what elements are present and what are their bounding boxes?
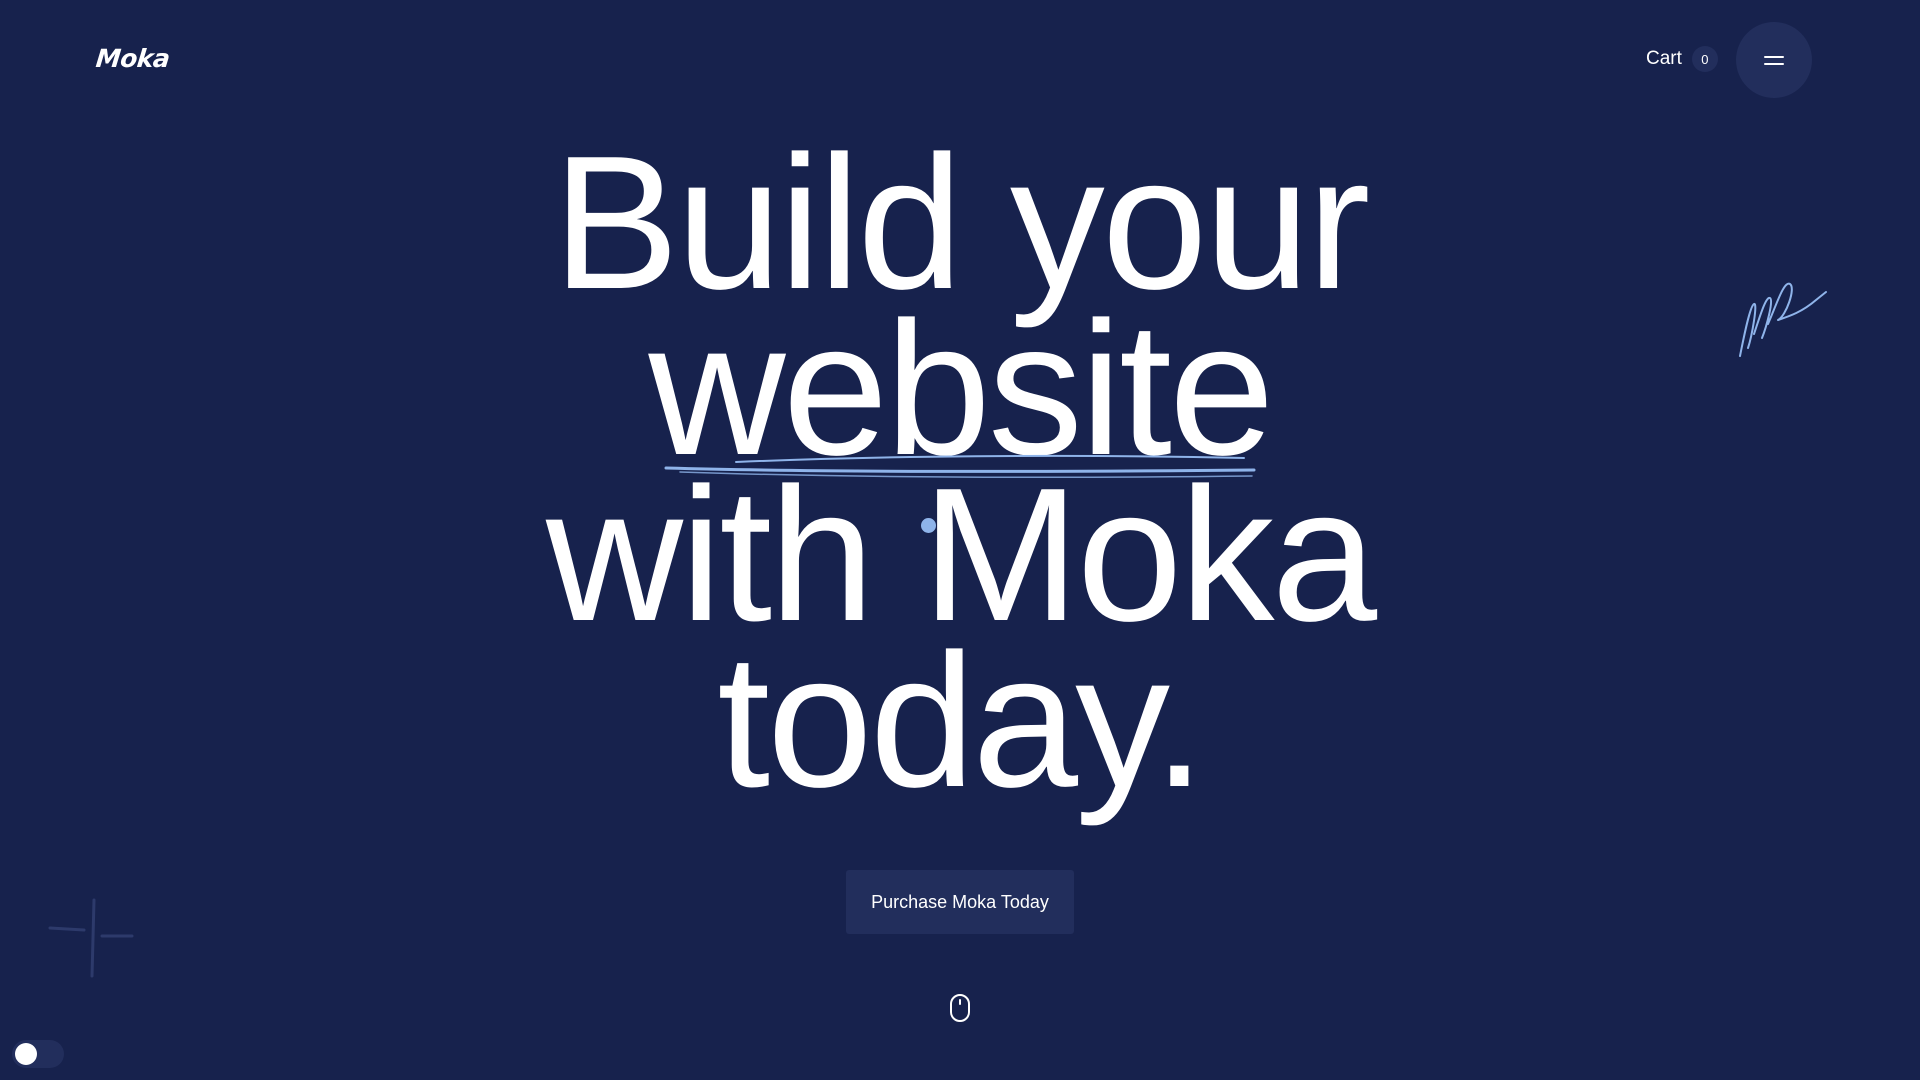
cart-button[interactable]: Cart 0 xyxy=(1646,46,1718,72)
cart-count-badge: 0 xyxy=(1691,46,1718,72)
theme-toggle[interactable] xyxy=(12,1040,64,1068)
cart-label: Cart xyxy=(1646,48,1682,69)
hand-drawn-underline xyxy=(664,454,1256,478)
purchase-button[interactable]: Purchase Moka Today xyxy=(846,870,1074,934)
mouse-scroll-icon[interactable] xyxy=(949,993,971,1023)
logo[interactable]: Moka xyxy=(94,44,171,73)
hamburger-icon xyxy=(1764,55,1784,65)
toggle-knob xyxy=(15,1043,37,1065)
headline-line-3: with Moka xyxy=(545,449,1377,661)
sparkle-icon xyxy=(48,898,134,978)
headline-line-4: today. xyxy=(717,615,1205,827)
menu-button[interactable] xyxy=(1736,22,1812,98)
headline-line-1: Build your xyxy=(552,117,1371,329)
page: Moka Cart 0 Build your website with Moka… xyxy=(0,0,1920,1080)
cursor-dot xyxy=(921,518,936,533)
